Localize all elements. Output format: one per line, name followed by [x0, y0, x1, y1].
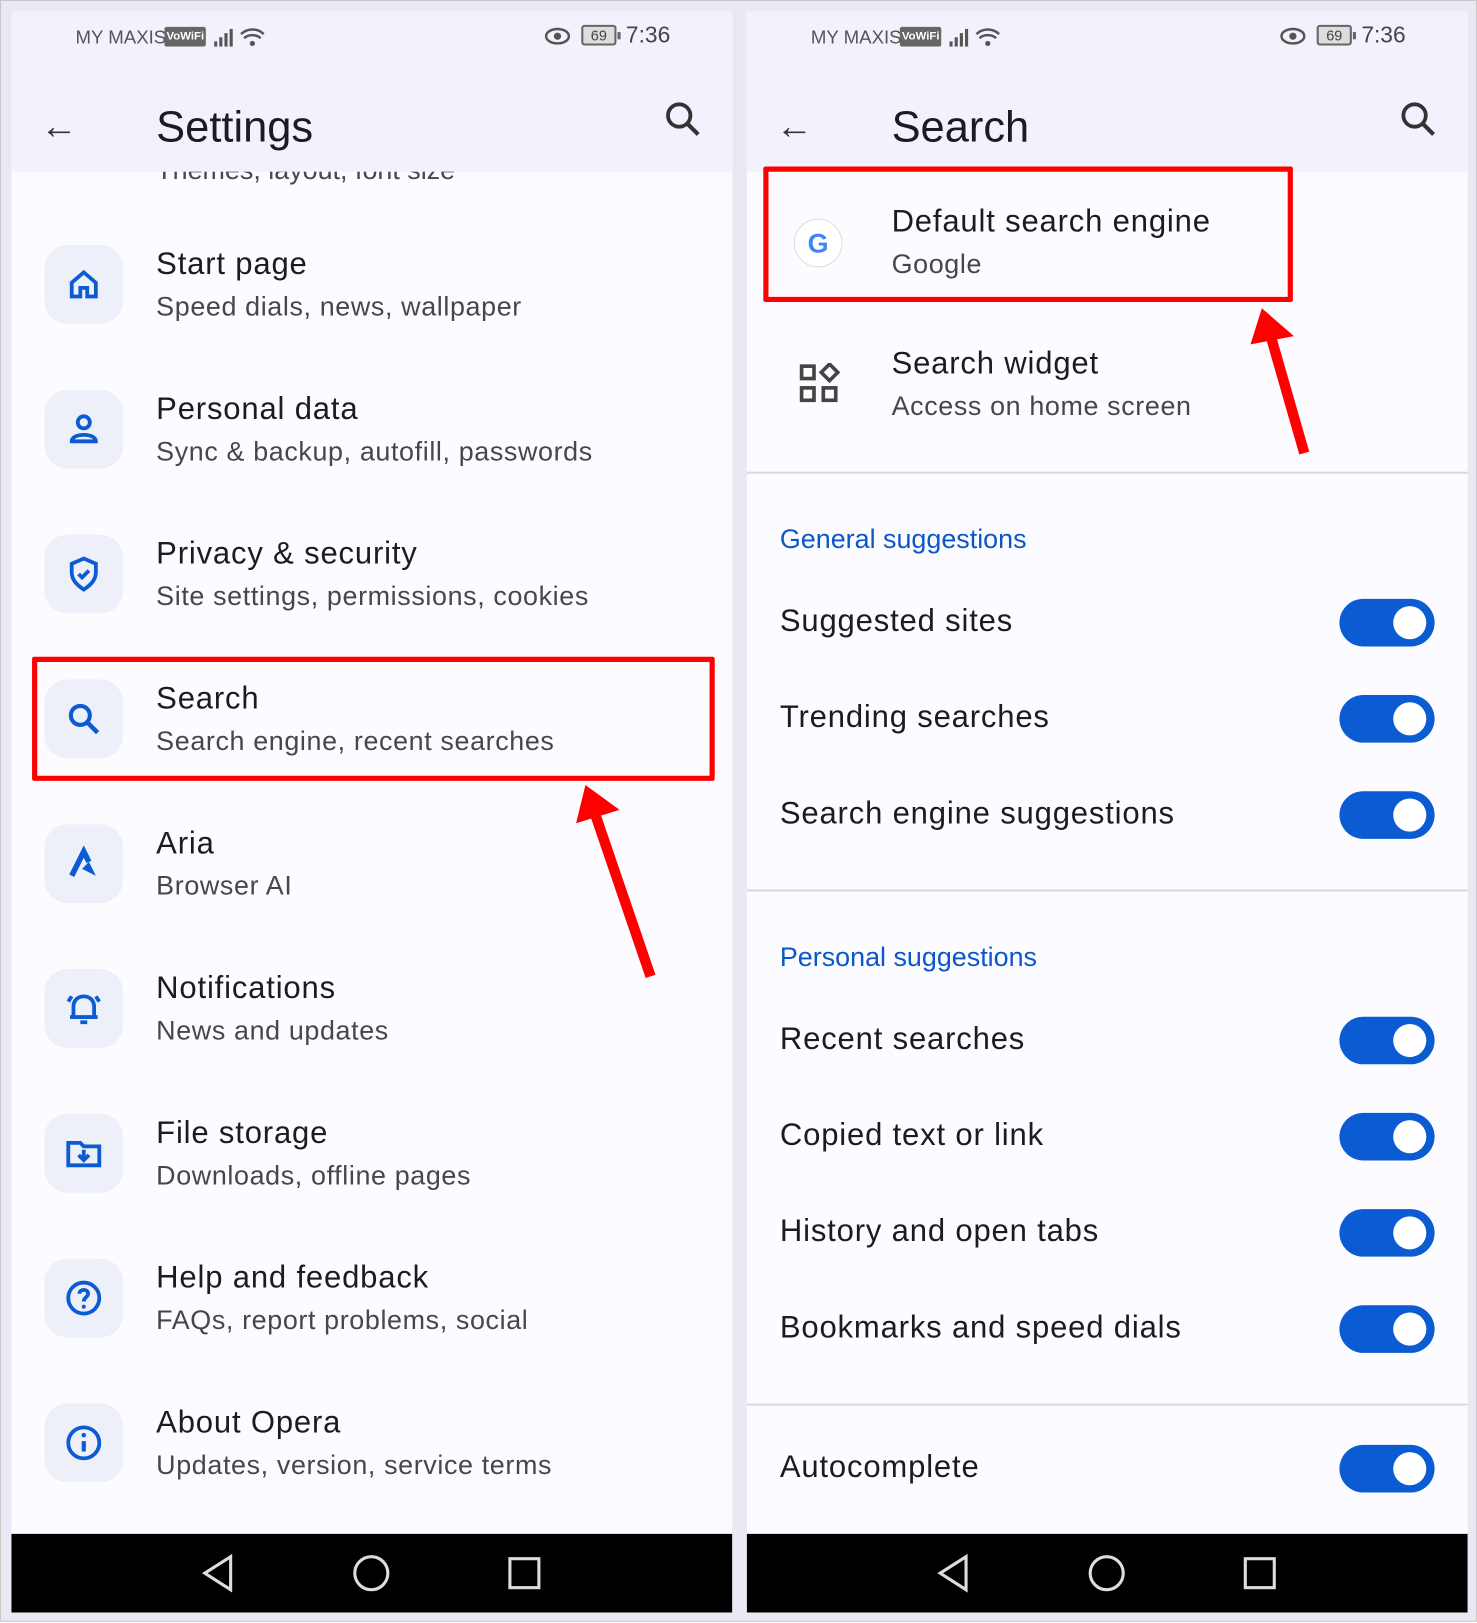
row-title: Privacy & security: [156, 536, 418, 571]
settings-item-notifications[interactable]: Notifications News and updates: [11, 965, 732, 1089]
nav-back-icon: [201, 1553, 233, 1593]
toggle-label: Bookmarks and speed dials: [779, 1310, 1182, 1345]
navigation-bar: [11, 1533, 733, 1613]
eye-comfort-icon: [544, 27, 571, 45]
toggle-switch[interactable]: [1339, 1209, 1435, 1257]
toggle-label: History and open tabs: [779, 1214, 1100, 1249]
row-title: Personal data: [156, 392, 359, 427]
bell-icon: [44, 969, 124, 1048]
row-subtitle: News and updates: [156, 1014, 389, 1046]
battery-indicator: 69: [581, 24, 621, 46]
home-icon: [44, 245, 124, 324]
row-title: Help and feedback: [156, 1260, 430, 1295]
app-bar: ← Settings: [11, 83, 733, 172]
signal-wifi-icon: [214, 28, 265, 47]
row-title: Notifications: [156, 971, 336, 1006]
highlight-box-default-engine: [763, 166, 1293, 303]
eye-comfort-icon: [1280, 27, 1306, 45]
folder-download-icon: [44, 1113, 124, 1193]
app-bar: ← Search: [746, 83, 1468, 172]
settings-item-help-and-feedback[interactable]: Help and feedback FAQs, report problems,…: [11, 1255, 732, 1379]
row-title: About Opera: [156, 1405, 342, 1440]
toggle-label: Suggested sites: [779, 604, 1014, 639]
highlight-box-search: [32, 656, 715, 781]
settings-item-about-opera[interactable]: About Opera Updates, version, service te…: [11, 1399, 732, 1523]
divider: [746, 471, 1468, 474]
row-subtitle: Access on home screen: [891, 389, 1192, 421]
nav-back-icon: [937, 1553, 968, 1593]
row-title: Start page: [156, 247, 308, 282]
toggle-label: Recent searches: [779, 1021, 1026, 1057]
back-arrow-icon[interactable]: ←: [776, 104, 813, 147]
row-subtitle: Site settings, permissions, cookies: [156, 580, 589, 612]
row-subtitle: Speed dials, news, wallpaper: [156, 290, 522, 322]
widgets-icon: [799, 363, 840, 403]
signal-wifi-icon: [949, 28, 1001, 47]
navigation-bar: [746, 1533, 1468, 1613]
status-time: 7:36: [1361, 21, 1406, 48]
row-title: Aria: [156, 826, 215, 861]
carrier-label: MY MAXIS: [75, 26, 167, 48]
divider: [746, 1403, 1468, 1406]
search-icon[interactable]: [662, 98, 703, 139]
toggle-switch[interactable]: [1339, 1305, 1435, 1353]
settings-item-aria[interactable]: Aria Browser AI: [11, 820, 732, 944]
page-title: Search: [891, 102, 1030, 152]
carrier-label: MY MAXIS: [810, 26, 902, 48]
vowifi-badge: VoWiFi: [164, 26, 207, 47]
toggle-label: Search engine suggestions: [779, 796, 1175, 831]
nav-home-icon: [353, 1555, 390, 1592]
row-subtitle: Downloads, offline pages: [156, 1159, 472, 1191]
shield-icon: [44, 534, 124, 614]
settings-screen: MY MAXIS VoWiFi 69 7:36 Themes, layout, …: [11, 11, 733, 1613]
vowifi-badge: VoWiFi: [899, 26, 942, 47]
settings-item-personal-data[interactable]: Personal data Sync & backup, autofill, p…: [11, 386, 732, 510]
row-subtitle: Browser AI: [156, 869, 293, 901]
page-title: Settings: [156, 102, 314, 152]
back-arrow-icon[interactable]: ←: [40, 104, 77, 147]
toggle-switch[interactable]: [1339, 791, 1435, 839]
autocomplete-label: Autocomplete: [779, 1450, 980, 1485]
nav-recents-icon: [508, 1557, 541, 1590]
row-subtitle: Updates, version, service terms: [156, 1449, 553, 1481]
nav-home-icon: [1088, 1555, 1125, 1592]
status-bar: MY MAXIS VoWiFi 69 7:36: [746, 11, 1468, 84]
autocomplete-toggle[interactable]: [1339, 1444, 1435, 1493]
search-widget-row[interactable]: Search widget Access on home screen: [747, 324, 1468, 448]
settings-item-start-page[interactable]: Start page Speed dials, news, wallpaper: [11, 241, 732, 365]
row-title: File storage: [156, 1116, 329, 1151]
aria-icon: [44, 824, 124, 903]
help-icon: [44, 1258, 124, 1338]
battery-indicator: 69: [1316, 24, 1356, 46]
info-icon: [44, 1403, 124, 1483]
nav-buttons[interactable]: [747, 1534, 1468, 1613]
status-time: 7:36: [625, 21, 671, 48]
divider: [746, 889, 1468, 892]
toggle-switch[interactable]: [1339, 1112, 1435, 1161]
settings-item-file-storage[interactable]: File storage Downloads, offline pages: [11, 1110, 732, 1234]
toggle-label: Trending searches: [779, 700, 1050, 735]
toggle-switch[interactable]: [1339, 1016, 1435, 1065]
toggle-switch[interactable]: [1339, 598, 1435, 647]
nav-recents-icon: [1243, 1557, 1276, 1590]
section-header-general: General suggestions: [779, 523, 1027, 555]
toggle-label: Copied text or link: [779, 1118, 1044, 1153]
section-header-personal: Personal suggestions: [779, 941, 1038, 973]
settings-item-privacy-security[interactable]: Privacy & security Site settings, permis…: [11, 531, 732, 655]
person-icon: [44, 389, 124, 469]
row-subtitle: Sync & backup, autofill, passwords: [156, 435, 593, 467]
status-bar: MY MAXIS VoWiFi 69 7:36: [11, 11, 733, 84]
row-title: Search widget: [891, 346, 1099, 381]
toggle-switch[interactable]: [1339, 695, 1435, 743]
search-icon[interactable]: [1397, 98, 1438, 139]
nav-buttons[interactable]: [11, 1534, 732, 1613]
row-subtitle: FAQs, report problems, social: [156, 1304, 529, 1336]
